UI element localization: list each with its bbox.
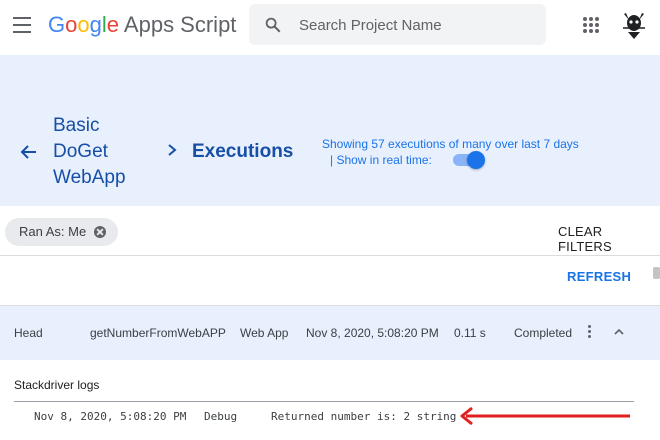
realtime-toggle[interactable] xyxy=(453,151,485,169)
project-name-link[interactable]: Basic DoGet WebApp xyxy=(53,113,163,191)
clear-filters-button[interactable]: CLEAR FILTERS xyxy=(558,224,660,254)
divider xyxy=(14,401,634,402)
type-cell: Web App xyxy=(240,326,289,340)
filter-chip-ran-as[interactable]: Ran As: Me xyxy=(5,218,119,246)
status-cell: Completed xyxy=(514,326,573,340)
function-cell: getNumberFromWebAPP xyxy=(90,326,226,340)
more-options-icon[interactable] xyxy=(588,325,592,341)
logs-section-title: Stackdriver logs xyxy=(14,378,100,392)
log-message: Returned number is: 2 string xyxy=(271,410,457,423)
deployment-cell: Head xyxy=(14,326,43,340)
execution-row[interactable]: Head getNumberFromWebAPP Web App Nov 8, … xyxy=(0,306,660,360)
scrollbar-thumb[interactable] xyxy=(653,267,660,279)
chevron-right-icon xyxy=(168,144,177,156)
duration-cell: 0.11 s xyxy=(454,326,486,340)
log-time: Nov 8, 2020, 5:08:20 PM xyxy=(34,410,187,423)
page-title: Executions xyxy=(192,141,294,162)
search-input[interactable] xyxy=(299,15,529,35)
avatar[interactable] xyxy=(620,10,648,40)
divider xyxy=(0,255,660,256)
search-box[interactable] xyxy=(249,4,546,45)
menu-icon[interactable] xyxy=(13,17,31,33)
toggle-knob xyxy=(467,151,485,169)
app-logo[interactable]: Google Apps Script xyxy=(48,12,236,38)
annotation-arrow-icon xyxy=(460,406,630,426)
realtime-label: | Show in real time: xyxy=(330,153,432,167)
refresh-button[interactable]: REFRESH xyxy=(567,269,631,284)
app-name: Apps Script xyxy=(123,12,237,37)
chevron-up-icon[interactable] xyxy=(613,327,625,337)
top-app-bar: Google Apps Script xyxy=(0,0,660,52)
remove-filter-icon[interactable] xyxy=(94,226,107,238)
start-time-cell: Nov 8, 2020, 5:08:20 PM xyxy=(306,326,439,340)
apps-grid-icon[interactable] xyxy=(583,17,599,33)
filter-chip-label: Ran As: Me xyxy=(19,224,87,239)
log-level: Debug xyxy=(204,410,238,423)
executions-summary: Showing 57 executions of many over last … xyxy=(322,137,579,151)
back-arrow-icon[interactable] xyxy=(20,143,38,161)
search-icon[interactable] xyxy=(264,16,282,34)
